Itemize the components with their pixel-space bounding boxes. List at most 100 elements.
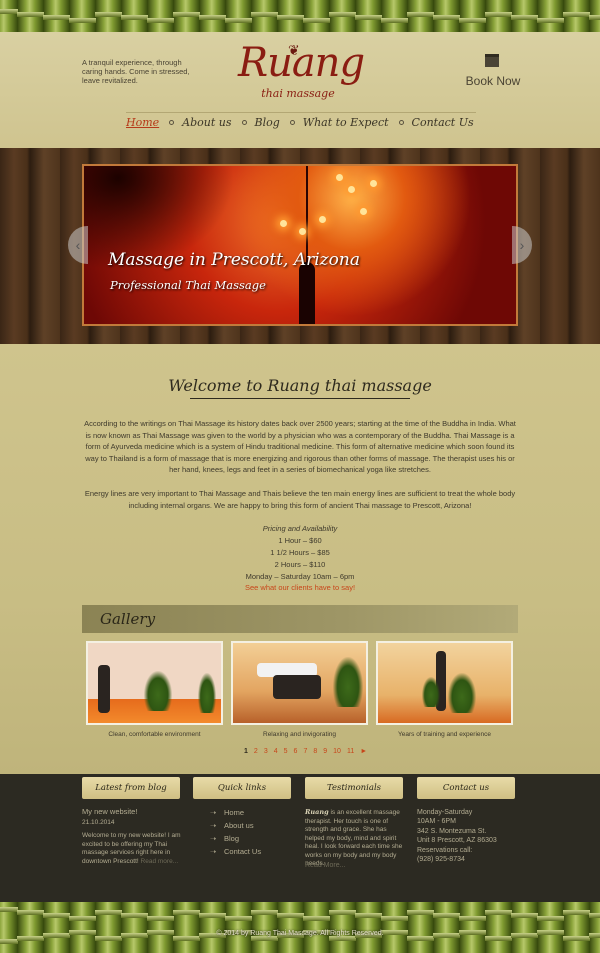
bamboo-stalk (251, 902, 279, 953)
page-number[interactable]: 11 (347, 748, 354, 755)
energy-paragraph: Energy lines are very important to Thai … (84, 489, 516, 510)
bamboo-stalk (277, 902, 305, 953)
tagline: A tranquil experience, through caring ha… (82, 58, 190, 85)
bamboo-stalk (17, 0, 45, 32)
nav-item-contact[interactable]: Contact Us (398, 116, 474, 129)
read-more-link[interactable]: Read more... (141, 858, 179, 865)
bamboo-stalk (303, 0, 331, 32)
bamboo-stalk (433, 0, 461, 32)
gallery-thumb-massage[interactable] (231, 641, 368, 725)
bullet-icon (289, 120, 295, 125)
bamboo-stalk (121, 902, 149, 953)
intro-paragraph: According to the writings on Thai Massag… (84, 419, 516, 474)
bamboo-stalk (147, 902, 175, 953)
page-number[interactable]: 8 (313, 748, 317, 755)
nav-item-what-to-expect[interactable]: What to Expect (289, 116, 389, 129)
bamboo-stalk (511, 0, 539, 32)
quick-link-home[interactable]: ➝ Home (210, 808, 261, 817)
page-number[interactable]: 7 (303, 748, 307, 755)
gallery-thumb-stretch[interactable] (376, 641, 513, 725)
phone-number[interactable]: (928) 925-8734 (417, 855, 517, 864)
bamboo-stalk (95, 902, 123, 953)
book-now-button[interactable]: Book Now (462, 74, 524, 88)
bamboo-stalk (563, 0, 591, 32)
arrow-right-icon: ➝ (210, 834, 217, 843)
chevron-right-icon: › (519, 237, 525, 253)
bamboo-stalk (355, 902, 383, 953)
bamboo-stalk (381, 0, 409, 32)
welcome-heading: Welcome to Ruang thai massage (168, 376, 432, 395)
blog-post-title[interactable]: My new website! (82, 807, 182, 817)
price-line: 1 Hour – $60 (278, 536, 322, 545)
next-page-icon[interactable]: ► (360, 748, 367, 755)
arrow-right-icon: ➝ (210, 808, 217, 817)
gallery-pagination: 1 2 3 4 5 6 7 8 9 10 11 ► (244, 748, 367, 755)
contact-line: Monday-Saturday (417, 809, 473, 816)
gallery-thumb-room[interactable] (86, 641, 223, 725)
quick-link-blog[interactable]: ➝ Blog (210, 834, 261, 843)
page-number[interactable]: 10 (333, 748, 341, 755)
blog-post-date: 21.10.2014 (82, 819, 115, 826)
price-line: 1 1/2 Hours – $85 (270, 548, 330, 557)
logo-subtitle: thai massage (261, 87, 335, 100)
bamboo-stalk (485, 0, 513, 32)
bamboo-stalk (433, 902, 461, 953)
heading-underline (190, 398, 410, 399)
page-number[interactable]: 9 (323, 748, 327, 755)
footer-tab-testimonials: Testimonials (305, 777, 403, 799)
bamboo-stalk (589, 902, 600, 953)
bullet-icon (241, 120, 247, 125)
bottom-bamboo-border (0, 902, 600, 953)
bamboo-stalk (407, 902, 435, 953)
footer-tab-contact: Contact us (417, 777, 515, 799)
gallery-caption: Years of training and experience (398, 731, 491, 738)
page-number[interactable]: 3 (264, 748, 268, 755)
bamboo-stalk (199, 902, 227, 953)
bamboo-stalk (225, 902, 253, 953)
testimonials-link[interactable]: See what our clients have to say! (0, 583, 600, 592)
bamboo-stalk (147, 0, 175, 32)
arrow-right-icon: ➝ (210, 847, 217, 856)
quick-link-about[interactable]: ➝ About us (210, 821, 261, 830)
bamboo-stalk (69, 0, 97, 32)
testimonial-read-more[interactable]: Read More... (305, 862, 405, 871)
bamboo-stalk (43, 902, 71, 953)
footer-tab-blog: Latest from blog (82, 777, 180, 799)
quick-links-list: ➝ Home ➝ About us ➝ Blog ➝ Contact Us (210, 808, 261, 860)
bamboo-stalk (459, 0, 487, 32)
contact-info: Monday-Saturday 10AM - 6PM 342 S. Montez… (417, 808, 517, 864)
nav-item-about[interactable]: About us (169, 116, 232, 129)
quick-link-contact[interactable]: ➝ Contact Us (210, 847, 261, 856)
logo-name[interactable]: Ruang (234, 40, 368, 86)
nav-item-home[interactable]: Home (126, 116, 159, 129)
bamboo-stalk (303, 902, 331, 953)
hero-slide-image[interactable] (82, 164, 518, 326)
bamboo-stalk (121, 0, 149, 32)
gallery-caption: Relaxing and invigorating (263, 731, 336, 738)
main-nav: Home About us Blog What to Expect Contac… (126, 116, 484, 129)
contact-line: Unit 8 Prescott, AZ 86303 (417, 837, 497, 845)
page-number[interactable]: 2 (254, 748, 258, 755)
bamboo-stalk (537, 902, 565, 953)
page-number[interactable]: 4 (274, 748, 278, 755)
bamboo-stalk (537, 0, 565, 32)
gallery-title: Gallery (100, 610, 156, 628)
bamboo-stalk (0, 0, 19, 32)
bamboo-stalk (563, 902, 591, 953)
bamboo-stalk (329, 902, 357, 953)
contact-line: Reservations call: (417, 846, 473, 854)
nav-item-blog[interactable]: Blog (241, 116, 280, 129)
page-number[interactable]: 1 (244, 748, 248, 755)
bamboo-stalk (199, 0, 227, 32)
contact-line: 10AM - 6PM (417, 818, 456, 826)
nav-divider (126, 112, 476, 113)
gallery-caption: Clean, comfortable environment (108, 731, 201, 738)
page-number[interactable]: 6 (294, 748, 298, 755)
page-number[interactable]: 5 (284, 748, 288, 755)
bamboo-stalk (173, 902, 201, 953)
bamboo-stalk (225, 0, 253, 32)
bamboo-stalk (485, 902, 513, 953)
bamboo-stalk (43, 0, 71, 32)
calendar-icon[interactable] (485, 54, 499, 67)
copyright-text: © 2014 by Ruang Thai Massage. All Rights… (216, 930, 384, 937)
